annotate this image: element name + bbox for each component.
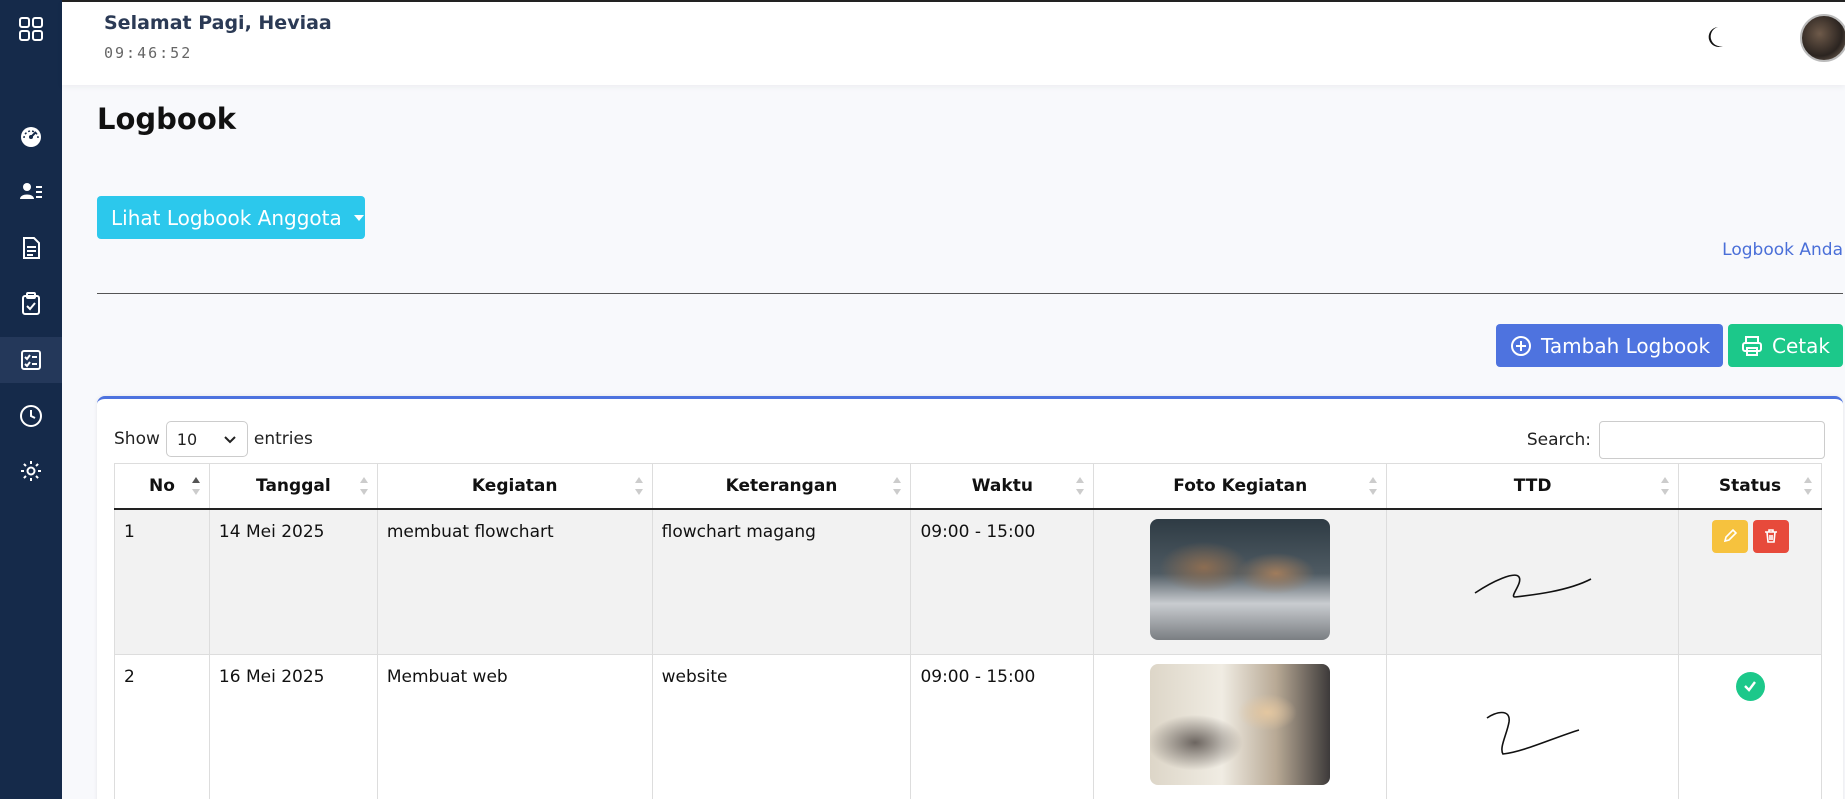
table-header-row: No Tanggal Kegiatan Keterangan Waktu Fot… [114, 463, 1822, 510]
cell-tanggal: 14 Mei 2025 [208, 508, 378, 655]
cell-keterangan: flowchart magang [651, 508, 912, 655]
greeting-text: Selamat Pagi, Heviaa [104, 12, 332, 34]
grid-icon[interactable] [0, 6, 62, 52]
column-header-status[interactable]: Status [1678, 463, 1822, 510]
topbar: Selamat Pagi, Heviaa 09:46:52 [62, 0, 1845, 85]
cell-no: 2 [114, 653, 210, 799]
row-actions [1711, 519, 1789, 553]
add-logbook-button[interactable]: Tambah Logbook [1496, 324, 1723, 367]
cell-no: 1 [114, 508, 210, 655]
cell-waktu: 09:00 - 15:00 [910, 653, 1095, 799]
delete-button[interactable] [1752, 519, 1789, 553]
search-control: Search: [1527, 421, 1825, 459]
show-label: Show [114, 429, 160, 449]
cell-foto [1093, 653, 1388, 799]
signature-image [1474, 573, 1591, 598]
sort-icon [1076, 477, 1085, 495]
logbook-table: No Tanggal Kegiatan Keterangan Waktu Fot… [114, 463, 1822, 799]
trash-icon [1764, 529, 1777, 543]
table-row: 1 14 Mei 2025 membuat flowchart flowchar… [114, 508, 1822, 655]
printer-icon [1742, 335, 1762, 356]
checklist-icon[interactable] [0, 337, 62, 383]
column-header-label: Status [1718, 475, 1782, 496]
entries-label: entries [253, 429, 313, 449]
caret-down-icon [353, 214, 364, 221]
cell-ttd [1386, 653, 1679, 799]
column-header-label: Kegiatan [471, 475, 558, 496]
cell-kegiatan: membuat flowchart [376, 508, 653, 655]
print-label: Cetak [1772, 333, 1830, 358]
sort-icon [634, 477, 643, 495]
cell-tanggal: 16 Mei 2025 [208, 653, 378, 799]
avatar[interactable] [1800, 14, 1845, 62]
dashboard-icon[interactable] [0, 114, 62, 160]
column-header-tanggal[interactable]: Tanggal [208, 463, 378, 510]
search-input[interactable] [1599, 421, 1825, 459]
column-header-label: Keterangan [725, 475, 838, 496]
sort-icon [893, 477, 902, 495]
page-title: Logbook [97, 102, 237, 136]
signature-image [1486, 711, 1579, 755]
column-header-label: Waktu [971, 475, 1033, 496]
clock-icon[interactable] [0, 393, 62, 439]
settings-icon[interactable] [0, 448, 62, 494]
search-label: Search: [1526, 430, 1591, 450]
column-header-ttd[interactable]: TTD [1386, 463, 1679, 510]
approved-check-icon [1735, 671, 1765, 701]
sort-icon [191, 477, 200, 495]
entries-select[interactable]: 10 [165, 421, 248, 457]
sort-icon [1369, 477, 1378, 495]
cell-status [1678, 653, 1822, 799]
sidebar [0, 0, 62, 799]
member-logbook-dropdown[interactable]: Lihat Logbook Anggota [97, 196, 365, 239]
column-header-waktu[interactable]: Waktu [910, 463, 1095, 510]
column-header-keterangan[interactable]: Keterangan [651, 463, 912, 510]
my-logbook-link[interactable]: Logbook Anda [1722, 240, 1843, 260]
chevron-down-icon [224, 435, 236, 443]
divider [97, 293, 1843, 294]
column-header-label: Tanggal [256, 475, 331, 496]
column-header-no[interactable]: No [114, 463, 210, 510]
print-button[interactable]: Cetak [1728, 324, 1843, 367]
column-header-label: TTD [1513, 475, 1552, 496]
activity-photo[interactable] [1150, 518, 1331, 640]
clipboard-check-icon[interactable] [0, 281, 62, 327]
users-icon[interactable] [0, 169, 62, 215]
column-header-kegiatan[interactable]: Kegiatan [376, 463, 653, 510]
cell-kegiatan: Membuat web [376, 653, 653, 799]
plus-circle-icon [1511, 335, 1531, 356]
clock-text: 09:46:52 [104, 44, 193, 62]
cell-status [1678, 508, 1822, 655]
member-logbook-dropdown-label: Lihat Logbook Anggota [111, 205, 342, 230]
cell-keterangan: website [651, 653, 912, 799]
entries-select-value: 10 [176, 429, 198, 449]
sort-icon [359, 477, 368, 495]
entries-length-control: Show 10 entries [114, 421, 313, 457]
cell-foto [1093, 508, 1388, 655]
activity-photo[interactable] [1150, 663, 1331, 785]
document-icon[interactable] [0, 225, 62, 271]
cell-ttd [1386, 508, 1679, 655]
cell-waktu: 09:00 - 15:00 [910, 508, 1095, 655]
add-logbook-label: Tambah Logbook [1541, 333, 1711, 358]
table-row: 2 16 Mei 2025 Membuat web website 09:00 … [114, 653, 1822, 799]
moon-icon[interactable] [1705, 24, 1731, 54]
column-header-foto[interactable]: Foto Kegiatan [1093, 463, 1388, 510]
pencil-icon [1723, 528, 1737, 543]
sort-icon [1804, 477, 1812, 495]
sort-icon [1661, 477, 1669, 495]
logbook-card: Show 10 entries Search: No Tanggal Kegia… [97, 396, 1843, 799]
column-header-label: No [149, 475, 175, 496]
column-header-label: Foto Kegiatan [1173, 475, 1308, 496]
edit-button[interactable] [1711, 519, 1748, 553]
